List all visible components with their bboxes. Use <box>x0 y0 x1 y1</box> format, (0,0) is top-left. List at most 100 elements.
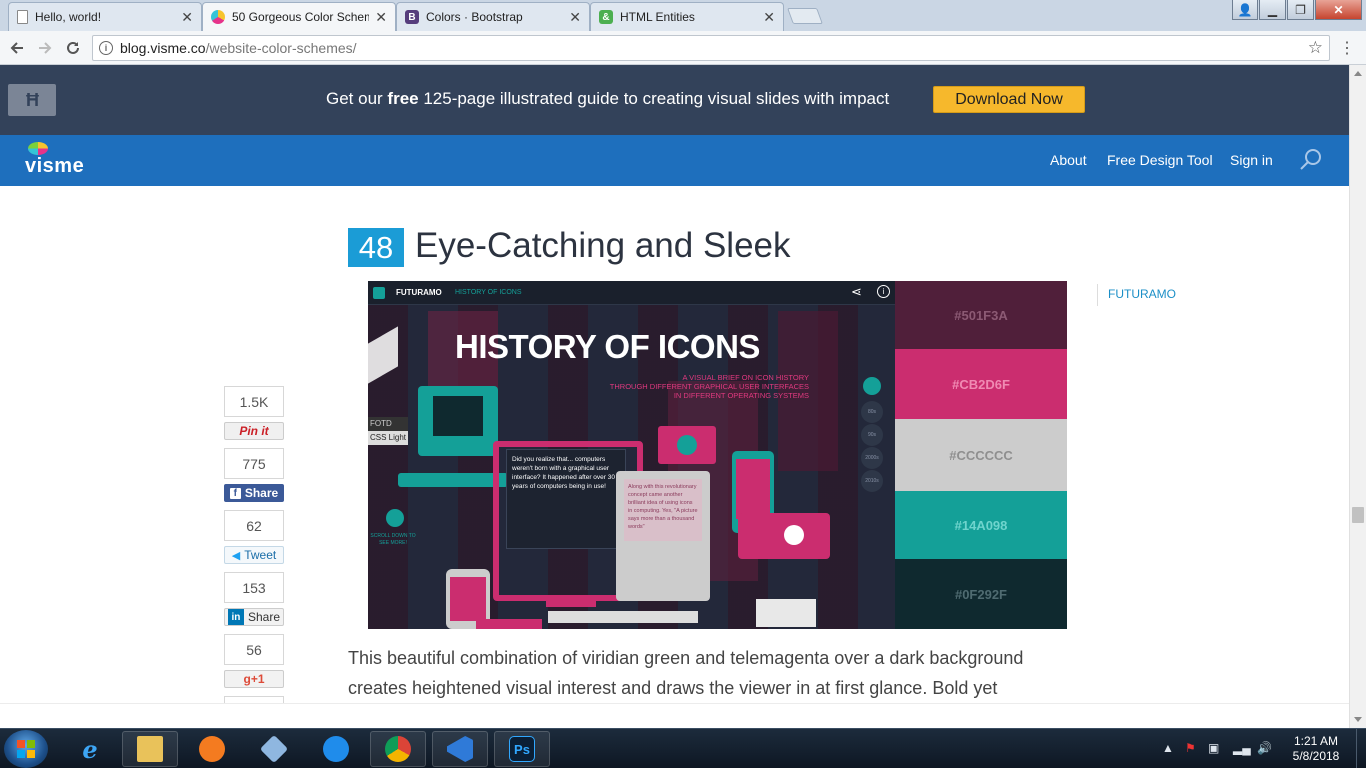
nav-link-about[interactable]: About <box>1050 152 1087 168</box>
address-bar[interactable]: i blog.visme.co /website-color-schemes/ … <box>92 35 1330 61</box>
site-navbar: visme About Free Design Tool Sign in <box>0 135 1349 186</box>
bookmark-star-icon[interactable]: ☆ <box>1308 38 1323 58</box>
user-icon[interactable]: 👤 <box>1232 0 1258 20</box>
teamviewer-icon[interactable] <box>308 731 364 767</box>
minimize-button[interactable]: ▁ <box>1259 0 1286 20</box>
magenta-bar <box>476 619 542 629</box>
facebook-share-button[interactable]: f Share <box>224 484 284 502</box>
twitter-count: 62 <box>224 510 284 541</box>
scrollbar-thumb[interactable] <box>1352 507 1364 523</box>
timeline-90s: 90s <box>861 424 883 446</box>
photoshop-icon[interactable]: Ps <box>494 731 550 767</box>
promo-text-bold: free <box>387 89 419 108</box>
tab-close-icon[interactable]: ✕ <box>181 9 193 26</box>
action-center-flag-icon[interactable]: ⚑ <box>1185 741 1196 755</box>
chrome-icon[interactable] <box>370 731 426 767</box>
document-icon <box>17 10 28 24</box>
new-tab-button[interactable] <box>787 8 823 24</box>
gray-mac-illustration: Along with this revolutionary concept ca… <box>616 471 710 601</box>
mac-screen: Along with this revolutionary concept ca… <box>624 479 702 541</box>
uc-browser-icon[interactable] <box>184 731 240 767</box>
scroll-down-icon <box>386 509 404 527</box>
tab-bootstrap-colors[interactable]: B Colors · Bootstrap ✕ <box>396 2 590 31</box>
twitter-bird-icon: ◀ <box>231 549 241 562</box>
magenta-tablet-illustration <box>738 513 830 559</box>
volume-icon[interactable]: 🔊 <box>1257 741 1272 755</box>
google-plus-button[interactable]: g +1 <box>224 670 284 688</box>
start-button[interactable] <box>4 730 48 768</box>
monitor-stand <box>546 599 596 607</box>
show-desktop-button[interactable] <box>1356 729 1366 768</box>
visme-hub-logo-icon[interactable]: Ħ <box>8 84 56 116</box>
download-now-button[interactable]: Download Now <box>933 86 1085 113</box>
linkedin-icon: in <box>227 609 244 625</box>
scroll-down-arrow-icon[interactable] <box>1354 717 1362 722</box>
file-explorer-icon[interactable] <box>122 731 178 767</box>
pin-it-button[interactable]: Pin it <box>224 422 284 440</box>
share-icon: ⋖ <box>851 284 862 299</box>
google-plus-count: 56 <box>224 634 284 665</box>
css-light-badge: CSS Light <box>368 431 409 445</box>
pinterest-count: 1.5K <box>224 386 284 417</box>
browser-toolbar: i blog.visme.co /website-color-schemes/ … <box>0 31 1366 65</box>
visual-studio-icon[interactable] <box>432 731 488 767</box>
back-arrow-icon[interactable] <box>6 37 28 59</box>
show-hidden-icons-arrow-icon[interactable]: ▲ <box>1162 741 1174 755</box>
gray-keyboard-illustration <box>548 611 698 623</box>
promo-text-before: Get our <box>326 89 388 108</box>
tab-visme-color-schemes[interactable]: 50 Gorgeous Color Schem ✕ <box>202 2 396 31</box>
network-signal-icon[interactable]: ▂▄ <box>1233 741 1251 755</box>
tab-close-icon[interactable]: ✕ <box>569 9 581 26</box>
tab-html-entities[interactable]: & HTML Entities ✕ <box>590 2 784 31</box>
palette-swatch: #0F292F <box>895 559 1067 629</box>
timeline: 80s 90s 2000s 2010s <box>861 401 883 492</box>
maximize-button[interactable]: ❐ <box>1287 0 1314 20</box>
section-heading: Eye-Catching and Sleek <box>415 226 791 265</box>
callout2-text: Along with this revolutionary concept ca… <box>628 484 698 530</box>
source-tag-link[interactable]: FUTURAMO <box>1097 284 1176 306</box>
browser-menu-icon[interactable]: ⋮ <box>1336 37 1358 59</box>
google-plus-icon: g <box>243 672 251 686</box>
google-plus-label: +1 <box>250 672 265 686</box>
promo-banner: Ħ Get our free 125-page illustrated guid… <box>0 65 1349 135</box>
html-entities-icon: & <box>599 10 613 24</box>
info-icon[interactable]: i <box>99 41 113 55</box>
tweet-button[interactable]: ◀ Tweet <box>224 546 284 564</box>
system-clock[interactable]: 1:21 AM 5/8/2018 <box>1286 734 1346 764</box>
sidebar-badges: FOTD CSS Light <box>368 417 409 445</box>
swatch-hex-label: #14A098 <box>954 517 1008 533</box>
scroll-hint: SCROLL DOWN TO SEE MORE! <box>370 533 416 546</box>
tab-title: 50 Gorgeous Color Schem <box>232 10 370 24</box>
tab-hello-world[interactable]: Hello, world! ✕ <box>8 2 202 31</box>
swatch-hex-label: #CCCCCC <box>949 447 1013 463</box>
pin-it-label: Pin it <box>239 424 269 438</box>
palette-swatch: #14A098 <box>895 491 1067 559</box>
url-host: blog.visme.co <box>120 40 206 56</box>
tab-close-icon[interactable]: ✕ <box>763 9 775 26</box>
device-icon[interactable]: ▣ <box>1208 741 1219 755</box>
scroll-up-arrow-icon[interactable] <box>1354 71 1362 76</box>
nav-link-free-design-tool[interactable]: Free Design Tool <box>1107 152 1213 168</box>
magenta-laptop-illustration <box>658 426 716 464</box>
article-paragraph: This beautiful combination of viridian g… <box>348 648 1024 698</box>
teal-monitor-illustration <box>418 386 498 456</box>
linkedin-share-button[interactable]: in Share <box>224 608 284 626</box>
reload-icon[interactable] <box>62 37 84 59</box>
close-window-button[interactable]: ✕ <box>1315 0 1362 20</box>
visme-logo-mark-icon <box>28 142 48 155</box>
timeline-2000s: 2000s <box>861 447 883 469</box>
package-icon[interactable] <box>246 731 302 767</box>
nav-link-sign-in[interactable]: Sign in <box>1230 152 1273 168</box>
internet-explorer-icon[interactable]: e <box>62 731 118 767</box>
visme-icon <box>211 10 225 24</box>
page-bottom-edge <box>0 703 1349 728</box>
tab-close-icon[interactable]: ✕ <box>375 9 387 26</box>
up-arrow-icon <box>863 377 881 395</box>
clock-icon <box>784 525 804 545</box>
subtitle-line: THROUGH DIFFERENT GRAPHICAL USER INTERFA… <box>609 382 809 391</box>
floppy-drive-illustration <box>756 599 816 627</box>
futuramo-logo-icon <box>373 287 385 299</box>
search-icon[interactable] <box>1299 148 1323 172</box>
page-scrollbar[interactable] <box>1349 65 1366 728</box>
forward-arrow-icon[interactable] <box>34 37 56 59</box>
